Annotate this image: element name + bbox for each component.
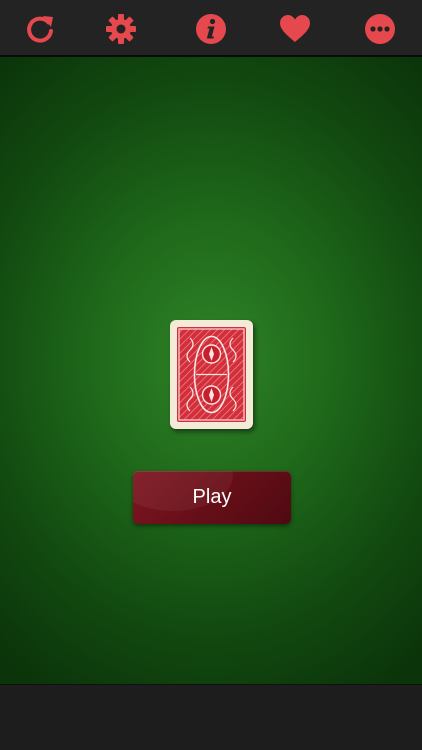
more-button[interactable] <box>361 10 399 48</box>
top-toolbar <box>0 0 422 57</box>
info-icon <box>196 14 226 44</box>
card-deck[interactable] <box>170 320 253 429</box>
bottom-bar <box>0 684 422 750</box>
heart-icon <box>280 15 310 42</box>
info-button[interactable] <box>192 10 230 48</box>
game-screen: Play <box>0 0 422 750</box>
gear-icon <box>106 14 136 44</box>
play-button[interactable]: Play <box>133 471 291 524</box>
favorite-button[interactable] <box>276 10 314 48</box>
refresh-icon <box>27 16 53 43</box>
settings-button[interactable] <box>102 10 140 48</box>
play-button-label: Play <box>192 486 232 508</box>
more-dots-icon <box>365 14 395 44</box>
restart-button[interactable] <box>21 10 59 48</box>
card-back-pattern <box>177 327 246 422</box>
